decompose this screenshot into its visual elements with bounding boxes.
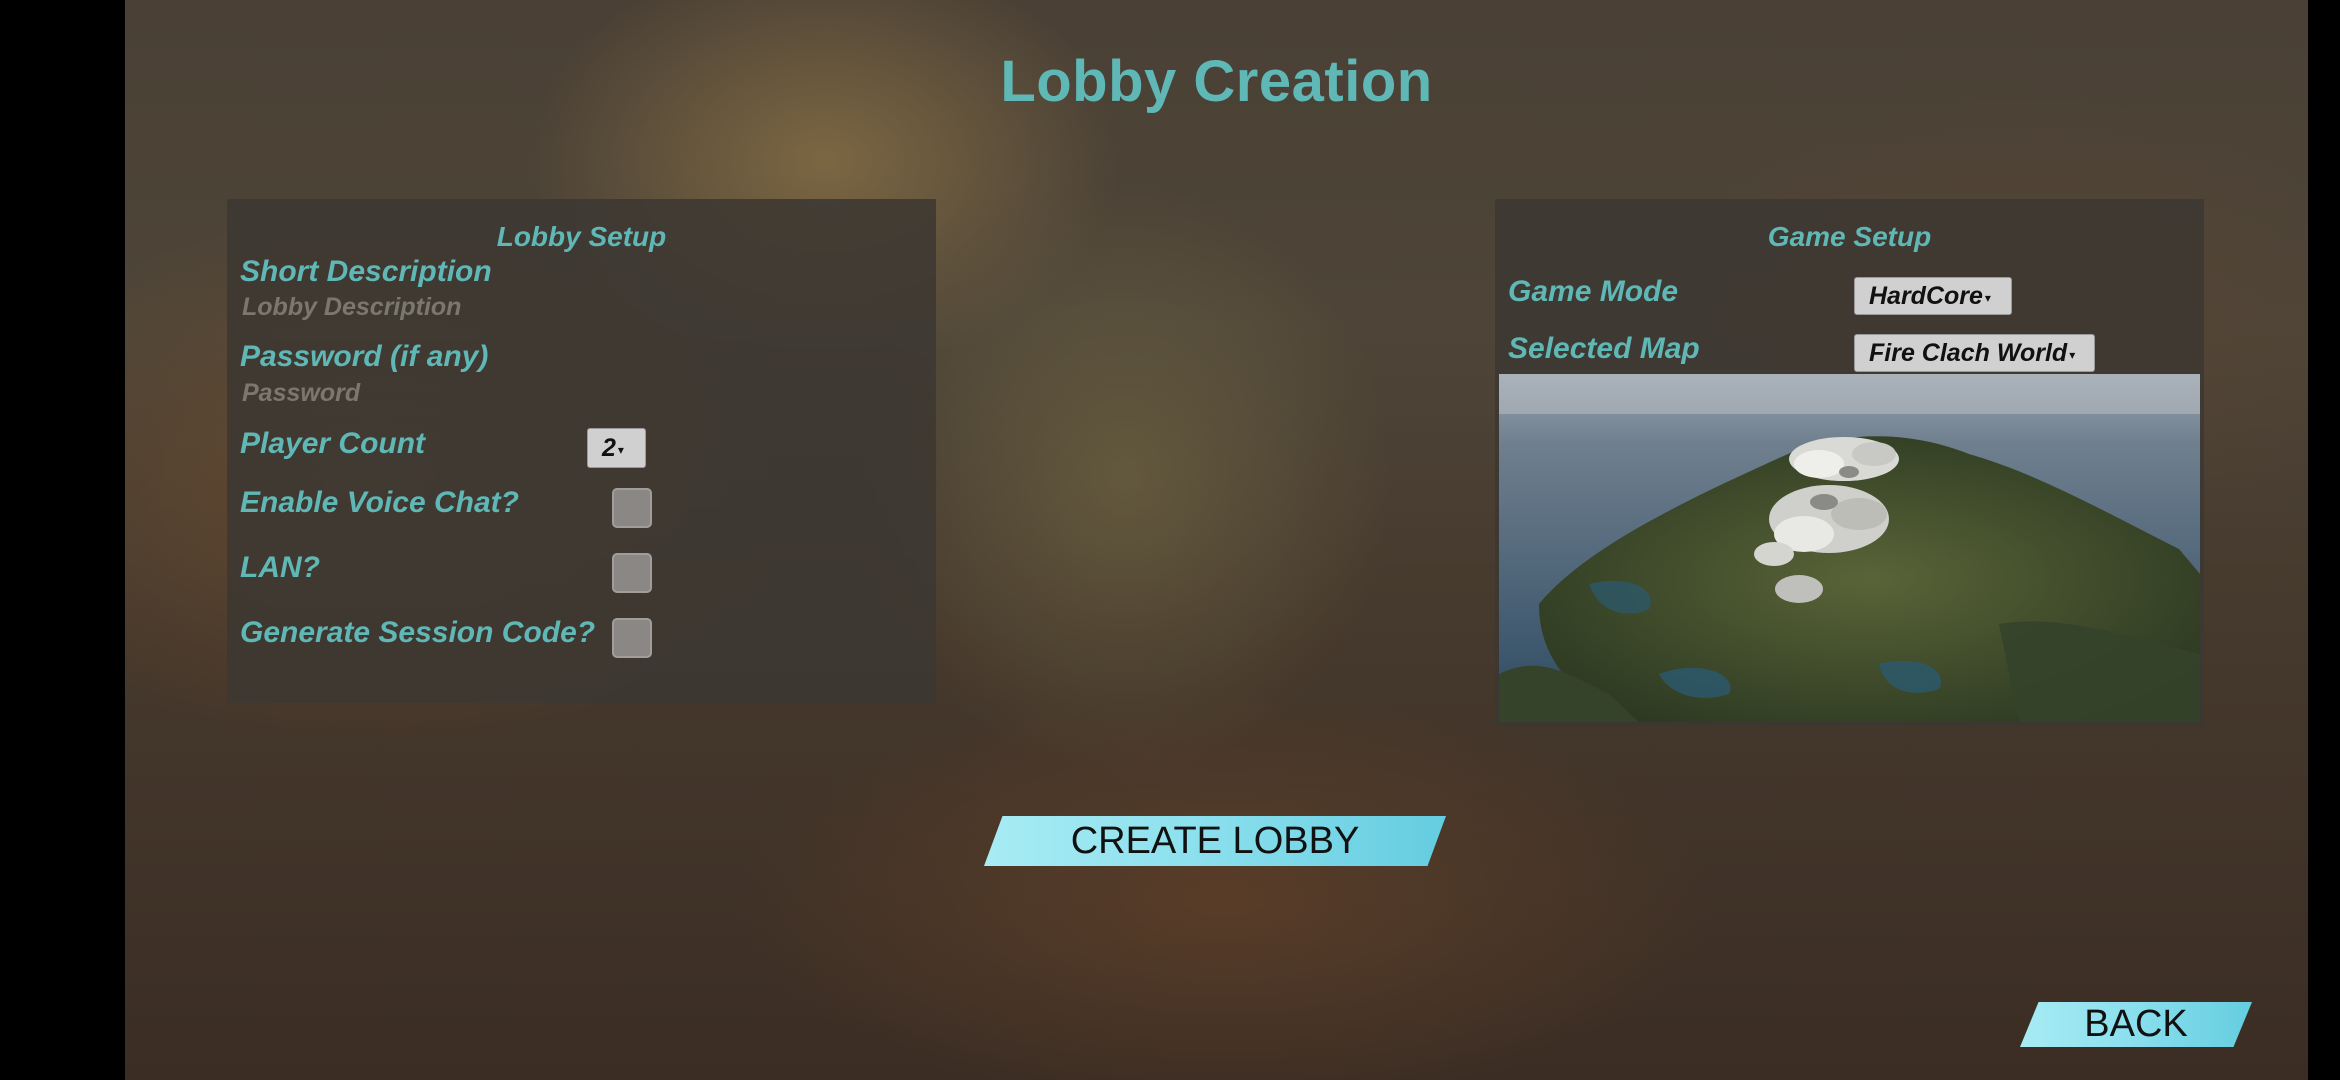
back-button[interactable]: BACK bbox=[2020, 1002, 2252, 1047]
game-screen: Lobby Creation Lobby Setup Short Descrip… bbox=[125, 0, 2308, 1080]
game-mode-label: Game Mode bbox=[1508, 275, 1679, 308]
voice-chat-label: Enable Voice Chat? bbox=[240, 486, 519, 519]
create-lobby-button[interactable]: CREATE LOBBY bbox=[984, 816, 1446, 866]
lan-checkbox[interactable] bbox=[612, 553, 652, 593]
voice-chat-checkbox[interactable] bbox=[612, 488, 652, 528]
player-count-label: Player Count bbox=[240, 427, 426, 460]
letterbox-left bbox=[0, 0, 125, 1080]
selected-map-label: Selected Map bbox=[1508, 332, 1700, 365]
map-preview-image bbox=[1499, 374, 2200, 722]
lan-label: LAN? bbox=[240, 551, 320, 584]
letterbox-right bbox=[2308, 0, 2340, 1080]
game-mode-value: HardCore bbox=[1869, 281, 1983, 310]
chevron-down-icon: ▾ bbox=[2069, 348, 2076, 362]
chevron-down-icon: ▾ bbox=[617, 443, 624, 457]
password-label: Password (if any) bbox=[240, 340, 489, 373]
game-mode-dropdown[interactable]: HardCore ▾ bbox=[1854, 277, 2012, 315]
lobby-setup-heading: Lobby Setup bbox=[496, 221, 667, 252]
page-title: Lobby Creation bbox=[1000, 49, 1433, 114]
game-setup-heading: Game Setup bbox=[1767, 221, 1932, 252]
player-count-value: 2 bbox=[602, 433, 616, 462]
short-description-input[interactable] bbox=[242, 290, 642, 324]
selected-map-value: Fire Clach World bbox=[1869, 338, 2068, 367]
lobby-setup-panel: Lobby Setup Short Description Password (… bbox=[227, 199, 936, 703]
game-setup-panel: Game Setup Game Mode HardCore ▾ Selected … bbox=[1495, 199, 2204, 726]
chevron-down-icon: ▾ bbox=[1984, 291, 1991, 305]
password-input[interactable] bbox=[242, 376, 642, 410]
short-description-label: Short Description bbox=[240, 255, 492, 288]
session-code-checkbox[interactable] bbox=[612, 618, 652, 658]
player-count-dropdown[interactable]: 2 ▾ bbox=[587, 428, 646, 468]
session-code-label: Generate Session Code? bbox=[240, 616, 596, 649]
selected-map-dropdown[interactable]: Fire Clach World ▾ bbox=[1854, 334, 2095, 372]
